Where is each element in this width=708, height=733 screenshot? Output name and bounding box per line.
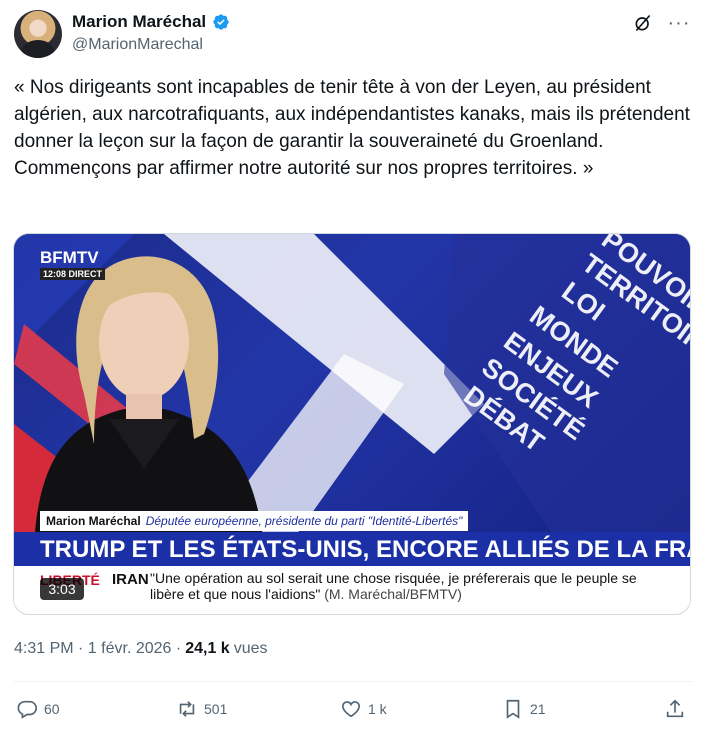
lower-third: Marion Maréchal Députée européenne, prés… (40, 511, 469, 531)
headline-text: TRUMP ET LES ÉTATS-UNIS, ENCORE ALLIÉS D… (40, 536, 690, 563)
reply-icon (17, 700, 37, 719)
ticker-text: "Une opération au sol serait une chose r… (150, 570, 650, 602)
speaker-figure (34, 256, 264, 544)
tweet-header: Marion Maréchal @MarionMarechal ··· (14, 10, 694, 60)
repost-count: 501 (204, 701, 228, 717)
news-ticker: LIBERTÉ IRAN "Une opération au sol serai… (14, 566, 690, 606)
bookmark-icon (506, 699, 520, 719)
author-handle[interactable]: @MarionMarechal (72, 36, 203, 54)
views-label: vues (233, 640, 268, 657)
ticker-source: (M. Maréchal/BFMTV) (324, 586, 462, 602)
avatar[interactable] (14, 10, 62, 58)
grok-icon[interactable] (632, 12, 654, 34)
reply-button[interactable]: 60 (16, 698, 60, 720)
bookmark-count: 21 (530, 701, 546, 717)
channel-logo: BFMTV (40, 248, 99, 267)
bookmark-button[interactable]: 21 (502, 698, 546, 720)
like-count: 1 k (368, 701, 387, 717)
video-player[interactable]: POUVOIR TERRITOIRE LOI MONDE ENJEUX SOCI… (13, 233, 691, 615)
heart-icon (341, 701, 361, 718)
views-count: 24,1 k (185, 640, 230, 657)
action-bar: 60 501 1 k 21 (14, 698, 694, 724)
tweet-meta: 4:31 PM · 1 févr. 2026 · 24,1 k vues (14, 640, 267, 658)
lower-third-name: Marion Maréchal (46, 514, 141, 528)
ticker-topic: IRAN (112, 571, 149, 588)
video-duration: 3:03 (40, 578, 84, 600)
tweet-text: « Nos dirigeants sont incapables de teni… (14, 77, 690, 179)
share-icon (666, 699, 684, 718)
reply-count: 60 (44, 701, 60, 717)
repost-icon (179, 701, 195, 717)
lower-third-role: Députée européenne, présidente du parti … (145, 514, 463, 528)
repost-button[interactable]: 501 (176, 698, 227, 720)
live-time-badge: 12:08 DIRECT (40, 268, 106, 280)
author-name-row: Marion Maréchal (72, 12, 230, 32)
headline-banner: TRUMP ET LES ÉTATS-UNIS, ENCORE ALLIÉS D… (14, 532, 690, 566)
tweet-timestamp[interactable]: 4:31 PM · 1 févr. 2026 · (14, 640, 181, 658)
like-button[interactable]: 1 k (340, 698, 387, 720)
divider (14, 681, 692, 682)
share-button[interactable] (664, 698, 686, 720)
author-display-name[interactable]: Marion Maréchal (72, 12, 206, 32)
verified-badge-icon (213, 14, 229, 30)
more-icon[interactable]: ··· (668, 12, 690, 34)
video-frame[interactable]: POUVOIR TERRITOIRE LOI MONDE ENJEUX SOCI… (14, 234, 690, 566)
